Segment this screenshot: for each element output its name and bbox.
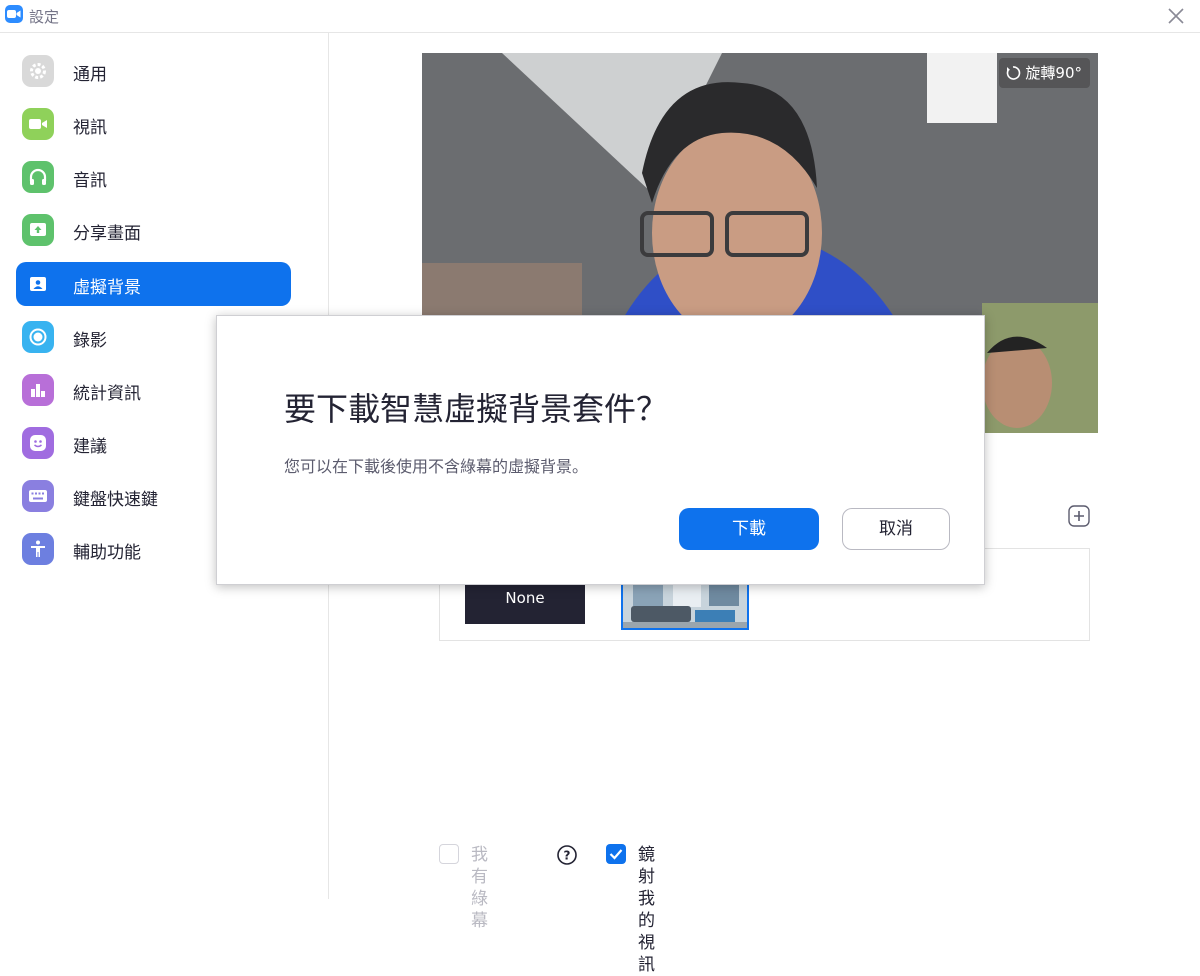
rotate-label: 旋轉90° (1025, 64, 1082, 82)
sidebar-item-label: 視訊 (73, 118, 107, 138)
green-screen-label: 我有綠幕 (471, 845, 488, 931)
sidebar-item-video[interactable]: 視訊 (16, 102, 291, 146)
share-screen-icon (22, 214, 54, 246)
checkmark-icon (609, 849, 623, 860)
dialog-title: 要下載智慧虛擬背景套件？ (284, 390, 669, 428)
title-bar: 設定 (0, 0, 1200, 33)
sidebar-item-label: 輔助功能 (73, 543, 141, 563)
video-camera-icon (22, 108, 54, 140)
window-title: 設定 (29, 8, 60, 26)
accessibility-icon (22, 533, 54, 565)
help-icon[interactable]: ? (556, 844, 578, 866)
dialog-message: 您可以在下載後使用不含綠幕的虛擬背景。 (284, 457, 589, 476)
sidebar-item-label: 統計資訊 (73, 384, 141, 404)
sidebar-item-general[interactable]: 通用 (16, 49, 291, 93)
sidebar-item-share-screen[interactable]: 分享畫面 (16, 208, 291, 252)
sidebar-item-audio[interactable]: 音訊 (16, 155, 291, 199)
sidebar-item-label: 虛擬背景 (73, 278, 141, 298)
rotate-icon (1007, 66, 1021, 80)
add-background-button[interactable] (1068, 505, 1090, 527)
smiley-icon (22, 427, 54, 459)
rotate-button[interactable]: 旋轉90° (999, 58, 1090, 88)
record-icon (22, 321, 54, 353)
sidebar-item-label: 音訊 (73, 171, 107, 191)
sidebar-item-label: 建議 (73, 437, 107, 457)
headphones-icon (22, 161, 54, 193)
sidebar-item-label: 鍵盤快速鍵 (73, 490, 158, 510)
statistics-icon (22, 374, 54, 406)
virtual-background-icon (22, 268, 54, 300)
mirror-video-label: 鏡射我的視訊 (638, 845, 655, 975)
plus-icon (1068, 505, 1090, 527)
keyboard-icon (22, 480, 54, 512)
cancel-button[interactable]: 取消 (842, 508, 950, 550)
sidebar-item-label: 分享畫面 (73, 224, 141, 244)
svg-text:?: ? (564, 849, 571, 863)
download-button[interactable]: 下載 (679, 508, 819, 550)
sidebar-item-label: 錄影 (73, 331, 107, 351)
download-package-dialog: 要下載智慧虛擬背景套件？ 您可以在下載後使用不含綠幕的虛擬背景。 下載 取消 (216, 315, 985, 585)
zoom-app-icon (5, 5, 23, 23)
sidebar-item-label: 通用 (73, 65, 107, 85)
close-icon[interactable] (1166, 6, 1186, 26)
green-screen-checkbox[interactable] (439, 844, 459, 864)
sidebar-item-virtual-background[interactable]: 虛擬背景 (16, 262, 291, 306)
gear-icon (22, 55, 54, 87)
mirror-video-checkbox[interactable] (606, 844, 626, 864)
